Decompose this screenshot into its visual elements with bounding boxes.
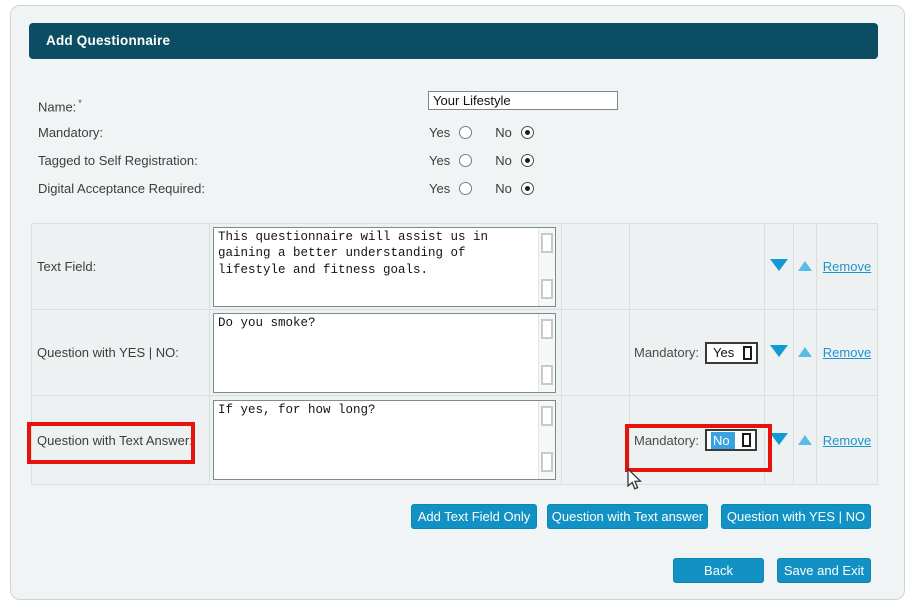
mandatory-no-radio[interactable] — [521, 126, 534, 139]
scroll-up-button[interactable] — [541, 406, 553, 426]
question-with-yes-no-button[interactable]: Question with YES | NO — [721, 504, 871, 529]
remove-link[interactable]: Remove — [823, 433, 871, 448]
remove-link[interactable]: Remove — [823, 345, 871, 360]
digital-no-radio[interactable] — [521, 182, 534, 195]
row-label: Text Field: — [32, 224, 210, 310]
add-text-field-only-button[interactable]: Add Text Field Only — [411, 504, 537, 529]
yes-label: Yes — [429, 153, 450, 168]
move-up-icon[interactable] — [798, 261, 812, 271]
required-asterisk: * — [78, 98, 82, 108]
mandatory-control: Mandatory: Yes — [634, 342, 764, 364]
mandatory-yes-radio[interactable] — [459, 126, 472, 139]
yes-label: Yes — [429, 125, 450, 140]
dropdown-arrow-icon — [743, 346, 752, 360]
textarea-scrollbar[interactable] — [538, 314, 555, 392]
textarea-text[interactable]: If yes, for how long? — [214, 401, 538, 479]
scroll-up-button[interactable] — [541, 319, 553, 339]
back-button[interactable]: Back — [673, 558, 764, 583]
row-label: Question with YES | NO: — [32, 310, 210, 396]
name-label: Name:* — [38, 98, 82, 114]
move-up-icon[interactable] — [798, 435, 812, 445]
textarea-scrollbar[interactable] — [538, 401, 555, 479]
tagged-yes-radio[interactable] — [459, 154, 472, 167]
no-label: No — [495, 125, 512, 140]
yes-no-question-textarea[interactable]: Do you smoke? — [213, 313, 556, 393]
digital-yes-radio[interactable] — [459, 182, 472, 195]
name-input[interactable] — [428, 91, 618, 110]
text-field-textarea[interactable]: This questionnaire will assist us in gai… — [213, 227, 556, 307]
remove-link[interactable]: Remove — [823, 259, 871, 274]
scroll-down-button[interactable] — [541, 365, 553, 385]
panel-title: Add Questionnaire — [29, 23, 878, 59]
spacer-cell — [562, 224, 630, 310]
move-up-icon[interactable] — [798, 347, 812, 357]
move-down-icon[interactable] — [770, 259, 788, 271]
yes-label: Yes — [429, 181, 450, 196]
table-row: Question with YES | NO: Do you smoke? Ma… — [32, 310, 878, 396]
highlight-box-mandatory-select — [625, 424, 772, 472]
tagged-self-registration-radio-row: Yes No — [429, 152, 534, 168]
scroll-up-button[interactable] — [541, 233, 553, 253]
mouse-cursor — [626, 468, 643, 492]
digital-acceptance-label: Digital Acceptance Required: — [38, 181, 205, 196]
highlight-box-question-label — [27, 422, 195, 464]
mandatory-cell — [630, 224, 765, 310]
spacer-cell — [562, 396, 630, 485]
mandatory-select[interactable]: Yes — [705, 342, 758, 364]
question-with-text-answer-button[interactable]: Question with Text answer — [547, 504, 708, 529]
questionnaire-panel: Add Questionnaire Name:* Mandatory: Yes … — [10, 5, 905, 600]
scroll-down-button[interactable] — [541, 452, 553, 472]
digital-acceptance-radio-row: Yes No — [429, 180, 534, 196]
textarea-scrollbar[interactable] — [538, 228, 555, 306]
page: Add Questionnaire Name:* Mandatory: Yes … — [0, 0, 916, 607]
selected-value: Yes — [711, 344, 736, 361]
textarea-text[interactable]: This questionnaire will assist us in gai… — [214, 228, 538, 306]
textarea-text[interactable]: Do you smoke? — [214, 314, 538, 392]
spacer-cell — [562, 310, 630, 396]
scroll-down-button[interactable] — [541, 279, 553, 299]
mandatory-label: Mandatory: — [634, 345, 699, 360]
no-label: No — [495, 153, 512, 168]
move-down-icon[interactable] — [770, 345, 788, 357]
tagged-no-radio[interactable] — [521, 154, 534, 167]
text-answer-question-textarea[interactable]: If yes, for how long? — [213, 400, 556, 480]
mandatory-radio-row: Yes No — [429, 124, 534, 140]
move-down-icon[interactable] — [770, 433, 788, 445]
save-and-exit-button[interactable]: Save and Exit — [777, 558, 871, 583]
table-row: Text Field: This questionnaire will assi… — [32, 224, 878, 310]
mandatory-label: Mandatory: — [38, 125, 103, 140]
no-label: No — [495, 181, 512, 196]
tagged-self-registration-label: Tagged to Self Registration: — [38, 153, 198, 168]
